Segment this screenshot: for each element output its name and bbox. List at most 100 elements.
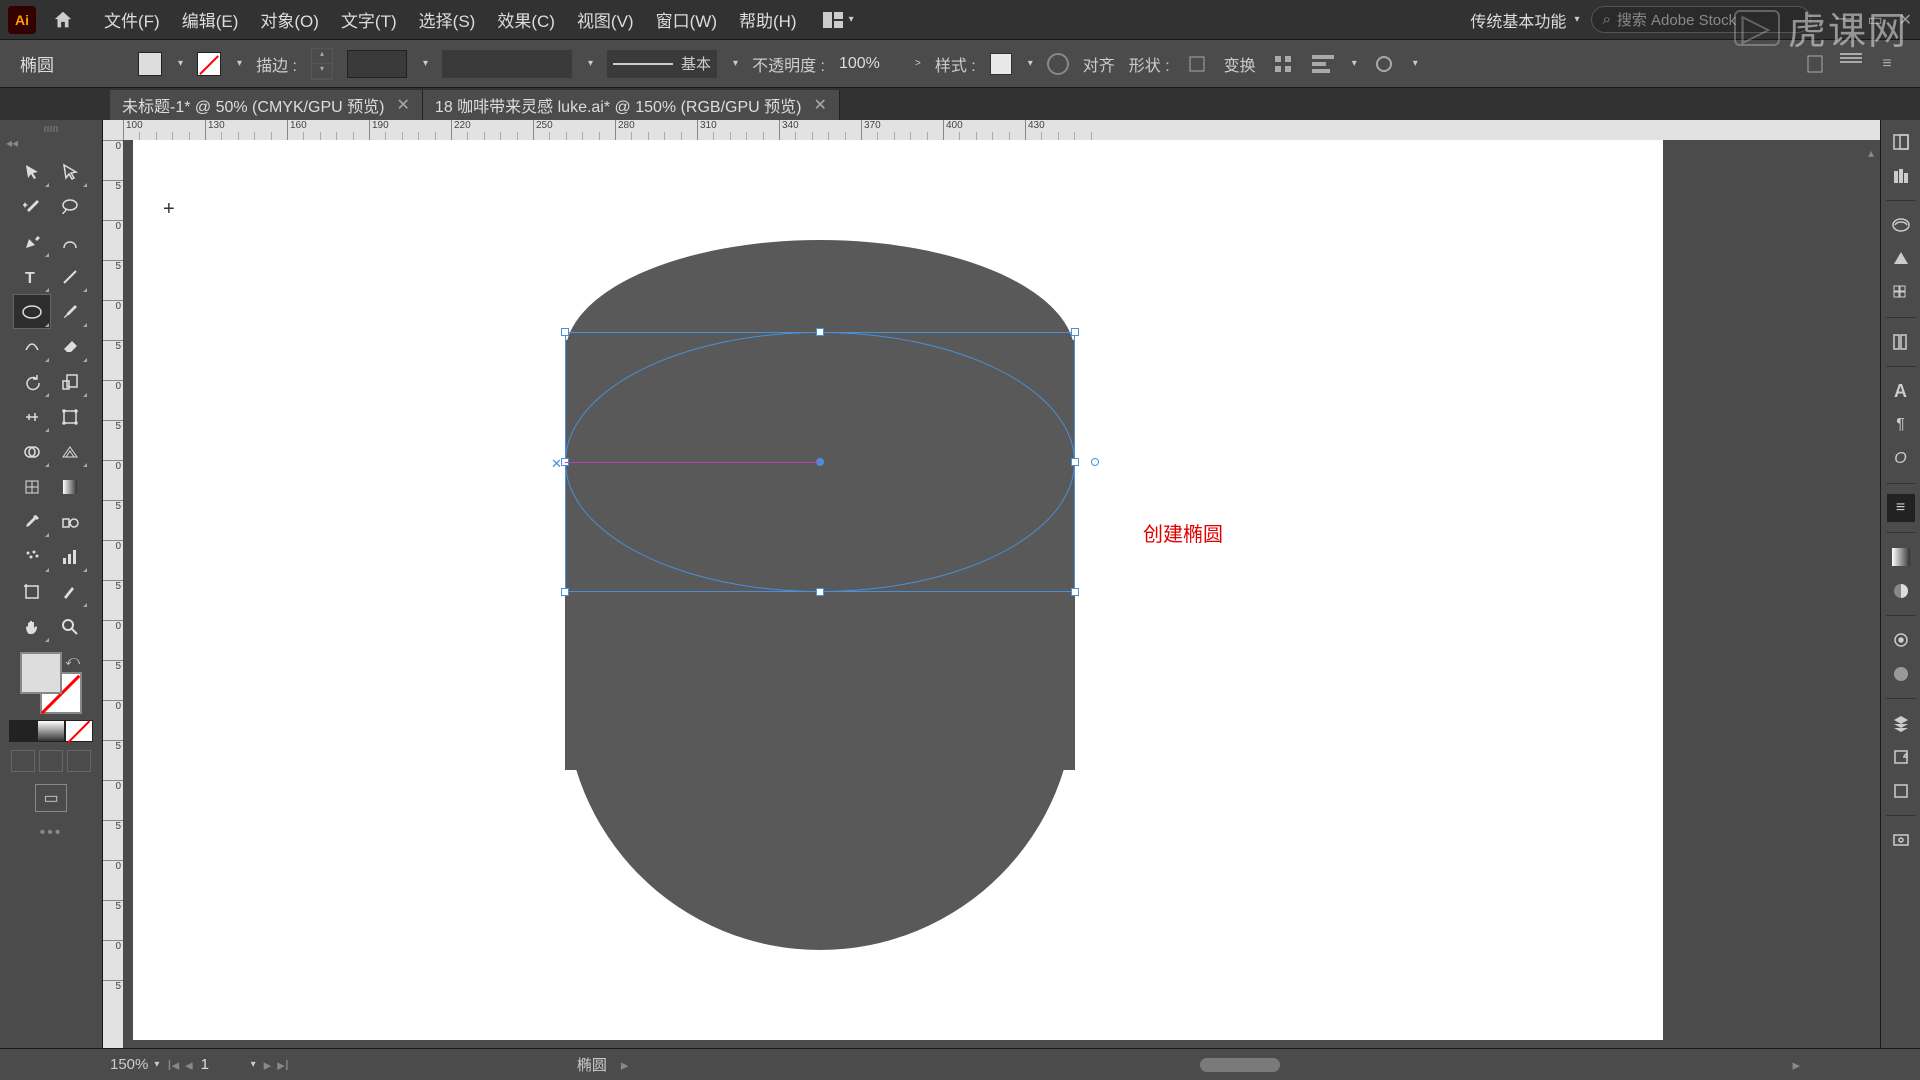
resize-handle[interactable] — [1071, 458, 1079, 466]
panel-menu-icon[interactable]: ≡ — [1874, 51, 1900, 77]
artboard[interactable]: ✕ 创建椭圆 + — [133, 140, 1663, 1040]
menu-help[interactable]: 帮助(H) — [729, 3, 807, 36]
gradient-tool[interactable] — [51, 469, 89, 504]
stroke-color-swatch[interactable] — [197, 52, 221, 76]
close-icon[interactable]: ✕ — [813, 95, 826, 115]
rotate-tool[interactable] — [13, 364, 51, 399]
perspective-grid-tool[interactable] — [51, 434, 89, 469]
selection-tool[interactable] — [13, 154, 51, 189]
paintbrush-tool[interactable] — [51, 294, 89, 329]
recolor-artwork-icon[interactable] — [1047, 53, 1069, 75]
doc-setup-icon[interactable] — [1802, 51, 1828, 77]
collapse-icon[interactable]: ◂◂ — [6, 136, 18, 150]
next-artboard-icon[interactable]: ▸ — [264, 1056, 272, 1074]
ruler-vertical[interactable]: 0505050505050505050505 — [103, 140, 123, 1048]
menu-effect[interactable]: 效果(C) — [487, 3, 565, 36]
ellipse-tool[interactable] — [13, 294, 51, 329]
scroll-right-icon[interactable]: ▸ — [1792, 1056, 1800, 1074]
resize-handle[interactable] — [1071, 588, 1079, 596]
scroll-up-icon[interactable]: ▴ — [1868, 146, 1874, 160]
chevron-down-icon[interactable]: ▾ — [733, 58, 738, 69]
arrange-docs-button[interactable]: ▾ — [823, 12, 854, 28]
eyedropper-tool[interactable] — [13, 504, 51, 539]
select-similar-icon[interactable] — [1371, 51, 1397, 77]
panel-grip-icon[interactable] — [26, 126, 76, 132]
zoom-selector[interactable]: 150% ▾ — [110, 1056, 159, 1073]
brushes-panel-icon[interactable] — [1887, 328, 1915, 356]
status-arrow-icon[interactable]: ▸ — [621, 1056, 629, 1074]
free-transform-tool[interactable] — [51, 399, 89, 434]
color-solid-icon[interactable] — [9, 720, 37, 742]
direct-selection-tool[interactable] — [51, 154, 89, 189]
menu-edit[interactable]: 编辑(E) — [172, 3, 249, 36]
symbols-panel-icon[interactable] — [1887, 826, 1915, 854]
pie-handle[interactable] — [1091, 458, 1099, 466]
eraser-tool[interactable] — [51, 329, 89, 364]
isolate-icon[interactable] — [1270, 51, 1296, 77]
first-artboard-icon[interactable]: I◂ — [167, 1056, 179, 1074]
stroke-weight-stepper[interactable]: ▴▾ — [311, 48, 333, 80]
character-panel-icon[interactable]: A — [1887, 377, 1915, 405]
appearance-panel-icon[interactable] — [1887, 626, 1915, 654]
artboards-panel-icon[interactable] — [1887, 777, 1915, 805]
resize-handle[interactable] — [561, 588, 569, 596]
slice-tool[interactable] — [51, 574, 89, 609]
ruler-horizontal[interactable]: 100130160190220250280310340370400430 — [103, 120, 1880, 140]
stroke-weight-select[interactable] — [347, 50, 407, 78]
resize-handle[interactable] — [1071, 328, 1079, 336]
align-to-icon[interactable] — [1310, 51, 1336, 77]
opacity-value[interactable]: 100% — [839, 55, 899, 73]
color-panel-icon[interactable] — [1887, 211, 1915, 239]
width-tool[interactable] — [13, 399, 51, 434]
swatches-panel-icon[interactable] — [1887, 279, 1915, 307]
chevron-down-icon[interactable]: ▾ — [1413, 58, 1418, 69]
paragraph-panel-icon[interactable]: ¶ — [1887, 411, 1915, 439]
menu-select[interactable]: 选择(S) — [409, 3, 486, 36]
color-guide-panel-icon[interactable] — [1887, 245, 1915, 273]
magic-wand-tool[interactable] — [13, 189, 51, 224]
artboard-region[interactable]: ✕ 创建椭圆 + ▴ — [123, 140, 1880, 1048]
horizontal-scrollbar-thumb[interactable] — [1200, 1058, 1280, 1072]
properties-panel-icon[interactable] — [1887, 128, 1915, 156]
chevron-down-icon[interactable]: ▾ — [423, 58, 428, 69]
draw-behind-icon[interactable] — [39, 750, 63, 772]
column-graph-tool[interactable] — [51, 539, 89, 574]
zoom-tool[interactable] — [51, 609, 89, 644]
type-tool[interactable]: T — [13, 259, 51, 294]
line-tool[interactable] — [51, 259, 89, 294]
gradient-panel-icon[interactable] — [1887, 543, 1915, 571]
document-tab[interactable]: 未标题-1* @ 50% (CMYK/GPU 预览) ✕ — [110, 90, 423, 120]
align-label[interactable]: 对齐 — [1083, 52, 1115, 76]
menu-file[interactable]: 文件(F) — [94, 3, 170, 36]
swap-fill-stroke-icon[interactable]: ⤺ — [65, 652, 80, 669]
menu-object[interactable]: 对象(O) — [250, 3, 329, 36]
last-artboard-icon[interactable]: ▸I — [277, 1056, 289, 1074]
layers-panel-icon[interactable] — [1887, 709, 1915, 737]
chevron-down-icon[interactable]: ▾ — [237, 58, 242, 69]
chevron-down-icon[interactable]: ▾ — [1352, 58, 1357, 69]
brush-profile-select[interactable]: 基本 — [607, 50, 717, 78]
prev-artboard-icon[interactable]: ◂ — [185, 1056, 193, 1074]
pen-tool[interactable] — [13, 224, 51, 259]
screen-mode-button[interactable]: ▭ — [35, 784, 67, 812]
maximize-button[interactable]: ▭ — [1867, 10, 1882, 30]
fill-color-swatch[interactable] — [138, 52, 162, 76]
opentype-panel-icon[interactable]: O — [1887, 445, 1915, 473]
variable-width-profile[interactable] — [442, 50, 572, 78]
preferences-icon[interactable] — [1838, 51, 1864, 77]
color-none-icon[interactable] — [65, 720, 93, 742]
search-input[interactable]: ⌕ 搜索 Adobe Stock — [1591, 6, 1811, 33]
color-gradient-icon[interactable] — [37, 720, 65, 742]
fill-stroke-indicator[interactable]: ⤺ — [20, 652, 82, 714]
menu-view[interactable]: 视图(V) — [567, 3, 644, 36]
hand-tool[interactable] — [13, 609, 51, 644]
shape-properties-icon[interactable] — [1184, 51, 1210, 77]
shape-builder-tool[interactable] — [13, 434, 51, 469]
libraries-panel-icon[interactable] — [1887, 162, 1915, 190]
transform-label[interactable]: 变换 — [1224, 52, 1256, 76]
chevron-down-icon[interactable]: ▾ — [588, 58, 593, 69]
shaper-tool[interactable] — [13, 329, 51, 364]
workspace-selector[interactable]: 传统基本功能 ▾ — [1470, 8, 1579, 32]
draw-normal-icon[interactable] — [11, 750, 35, 772]
scale-tool[interactable] — [51, 364, 89, 399]
